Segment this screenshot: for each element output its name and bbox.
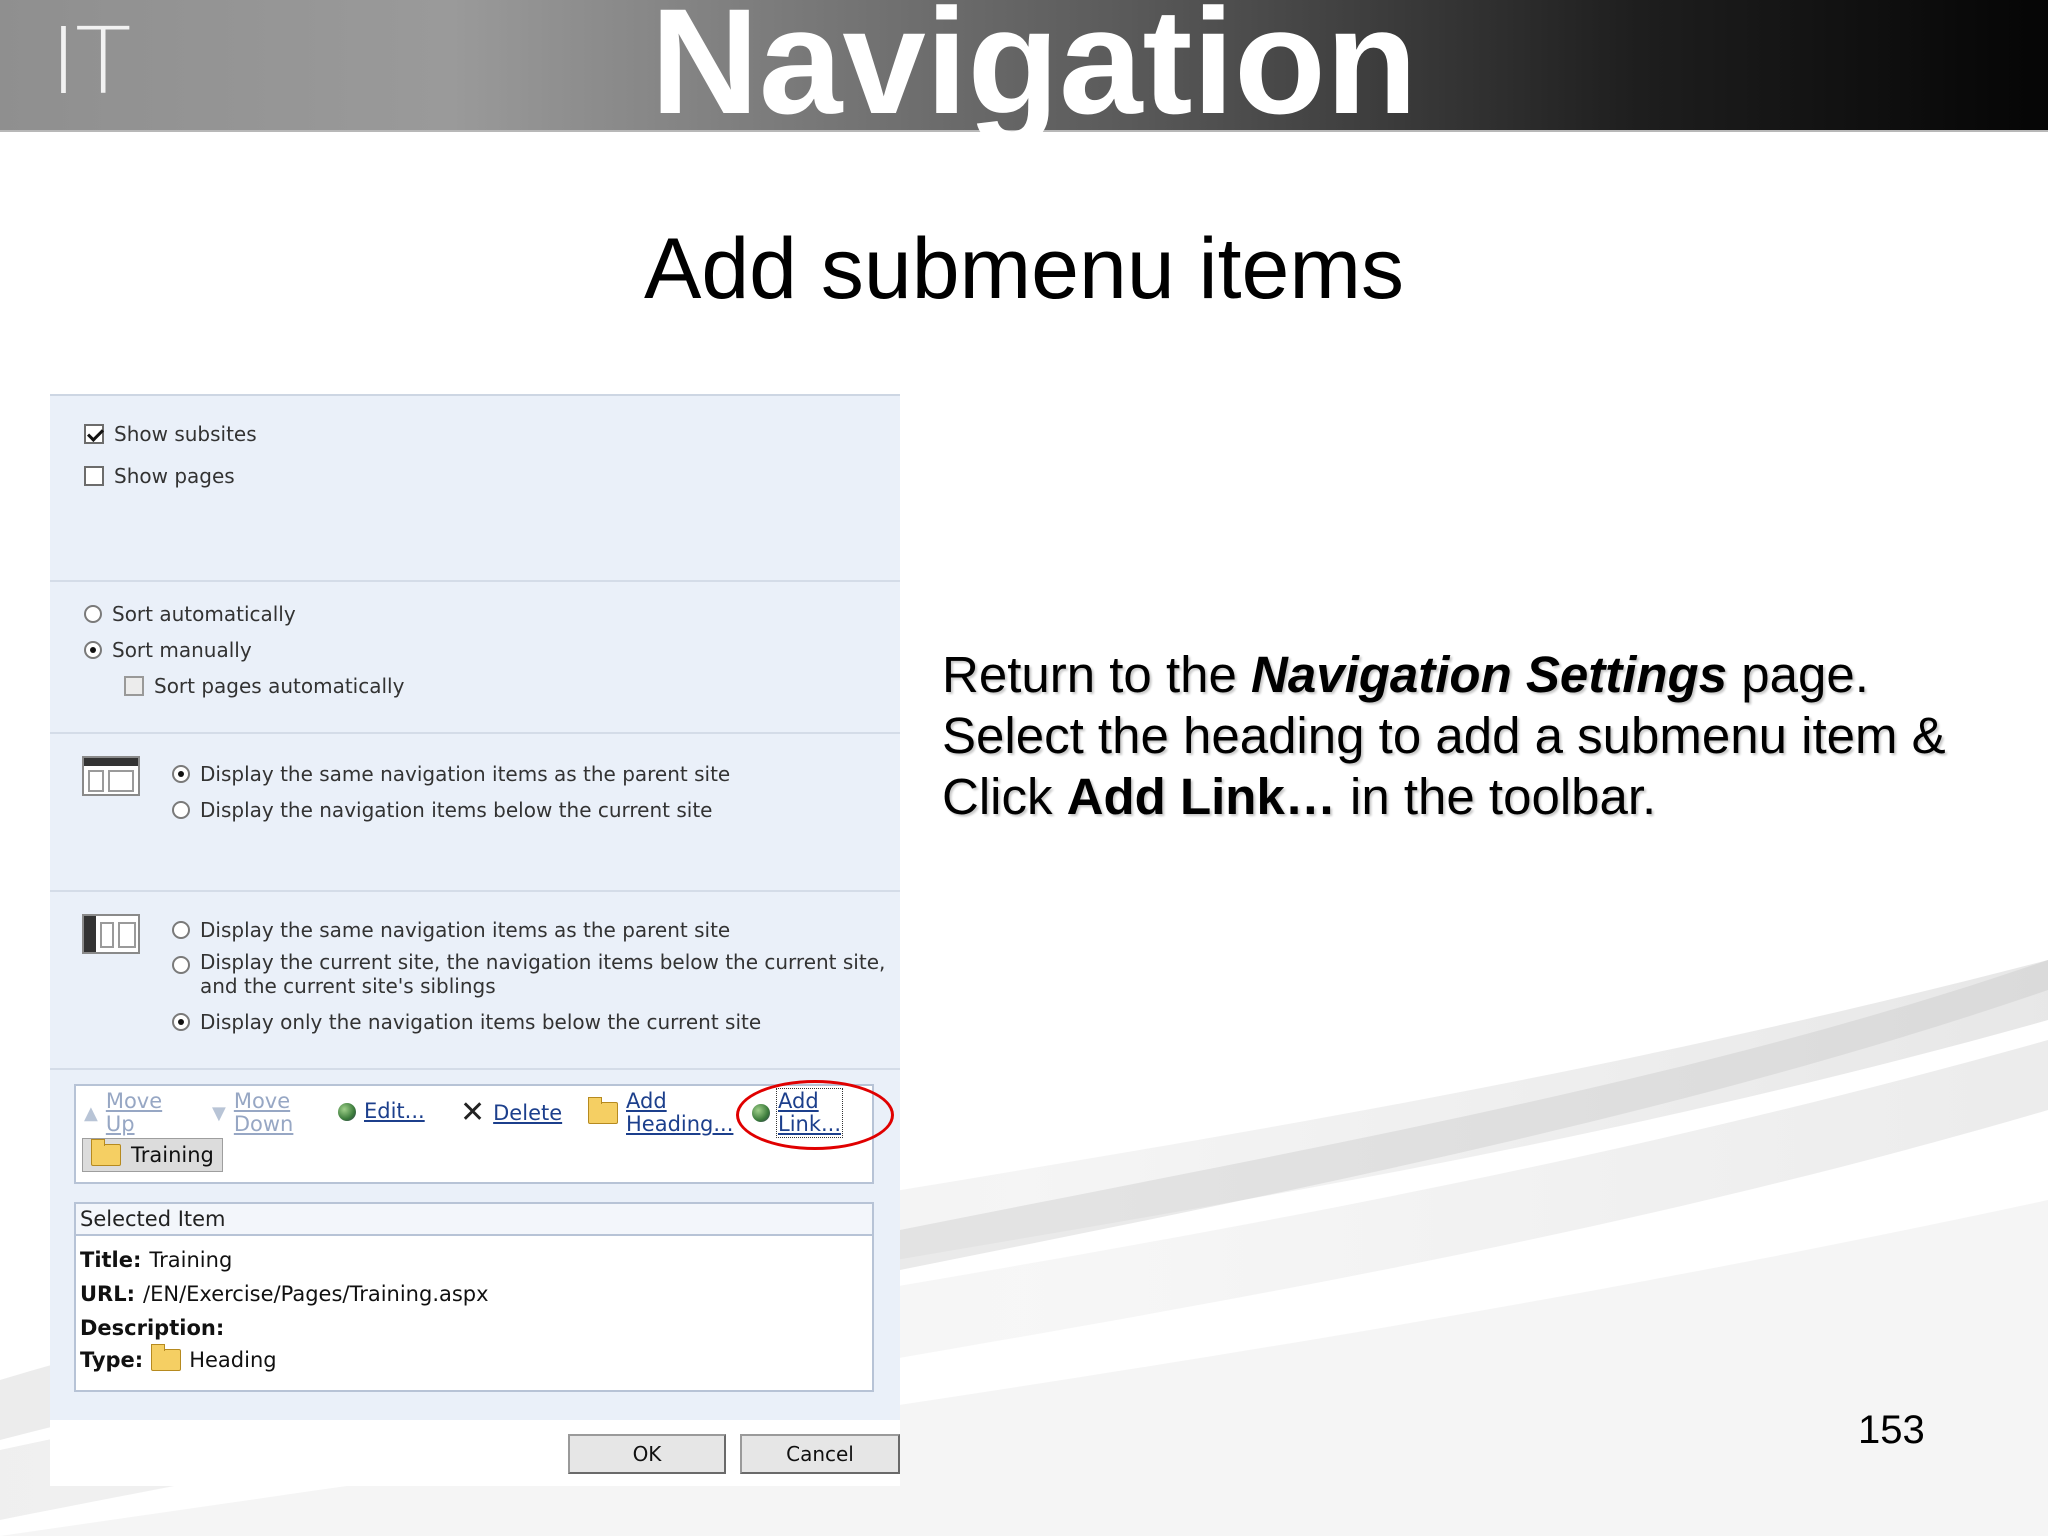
type-value: Heading bbox=[189, 1348, 277, 1372]
current-nav-below-only-option[interactable]: Display only the navigation items below … bbox=[172, 1010, 761, 1034]
selected-item-description: Description: bbox=[80, 1316, 232, 1340]
add-heading-button[interactable]: Add Heading... bbox=[588, 1090, 733, 1136]
instruction-line-1-post: page. bbox=[1727, 646, 1869, 703]
selected-item-title: Title: Training bbox=[80, 1248, 232, 1272]
instruction-line-3: Click Add Link… in the toolbar. bbox=[942, 766, 2022, 827]
selected-item-panel: Selected Item Title: Training URL: /EN/E… bbox=[74, 1202, 874, 1392]
instruction-line-1-pre: Return to the bbox=[942, 646, 1252, 703]
arrow-up-icon: ▲ bbox=[84, 1102, 98, 1124]
header-bar: IT Navigation bbox=[0, 0, 2048, 136]
navigation-settings-screenshot: Show subsites Show pages Sort automatica… bbox=[50, 394, 900, 1486]
move-up-label-1: Move bbox=[105, 1089, 163, 1113]
instruction-line-2: Select the heading to add a submenu item… bbox=[942, 707, 1946, 764]
sort-pages-automatically-checkbox[interactable] bbox=[124, 676, 144, 696]
current-navigation-section: Display the same navigation items as the… bbox=[50, 892, 900, 1070]
show-pages-label: Show pages bbox=[114, 464, 235, 488]
highlight-ring bbox=[736, 1080, 894, 1150]
current-nav-same-as-parent-label: Display the same navigation items as the… bbox=[200, 918, 731, 942]
tree-item-training[interactable]: Training bbox=[82, 1138, 223, 1172]
show-pages-checkbox[interactable] bbox=[84, 466, 104, 486]
global-nav-below-current-radio[interactable] bbox=[172, 801, 190, 819]
show-subsites-label: Show subsites bbox=[114, 422, 257, 446]
current-nav-siblings-option[interactable]: Display the current site, the navigation… bbox=[172, 950, 885, 998]
sort-pages-automatically-label: Sort pages automatically bbox=[154, 674, 405, 698]
header-title: Navigation bbox=[650, 0, 1418, 145]
current-navigation-icon bbox=[82, 914, 140, 954]
show-subsites-checkbox[interactable] bbox=[84, 424, 104, 444]
selected-item-url: URL: /EN/Exercise/Pages/Training.aspx bbox=[80, 1282, 489, 1306]
current-nav-siblings-label-line1: Display the current site, the navigation… bbox=[200, 950, 886, 974]
instruction-line-3-post: in the toolbar. bbox=[1335, 768, 1657, 825]
current-nav-below-only-label: Display only the navigation items below … bbox=[200, 1010, 762, 1034]
sort-automatically-label: Sort automatically bbox=[112, 602, 296, 626]
instruction-line-1-emphasis: Navigation Settings bbox=[1251, 646, 1728, 703]
global-nav-same-as-parent-option[interactable]: Display the same navigation items as the… bbox=[172, 762, 730, 786]
move-down-label-1: Move bbox=[233, 1089, 291, 1113]
title-label: Title: bbox=[80, 1248, 142, 1272]
description-label: Description: bbox=[80, 1316, 225, 1340]
page-number: 153 bbox=[1858, 1408, 1925, 1452]
subsites-section: Show subsites Show pages bbox=[50, 396, 900, 582]
url-label: URL: bbox=[80, 1282, 136, 1306]
sort-pages-automatically-option[interactable]: Sort pages automatically bbox=[124, 674, 404, 698]
instruction-line-3-emphasis: Add Link… bbox=[1066, 768, 1336, 825]
current-nav-siblings-label: Display the current site, the navigation… bbox=[200, 950, 885, 998]
title-value: Training bbox=[149, 1248, 233, 1272]
current-nav-siblings-label-line2: and the current site's siblings bbox=[200, 974, 496, 998]
globe-link-icon bbox=[338, 1102, 356, 1121]
move-down-label-2: Down bbox=[233, 1112, 294, 1136]
dialog-footer: OK Cancel bbox=[50, 1420, 900, 1486]
global-navigation-icon bbox=[82, 756, 140, 796]
folder-icon bbox=[91, 1139, 121, 1166]
current-nav-same-as-parent-radio[interactable] bbox=[172, 921, 190, 939]
add-heading-label-2: Heading... bbox=[626, 1112, 734, 1136]
url-value: /EN/Exercise/Pages/Training.aspx bbox=[143, 1282, 489, 1306]
selected-item-header: Selected Item bbox=[76, 1204, 872, 1236]
instruction-line-1: Return to the Navigation Settings page. bbox=[942, 644, 2022, 705]
sort-automatically-radio[interactable] bbox=[84, 605, 102, 623]
folder-icon bbox=[151, 1344, 182, 1371]
tree-item-label: Training bbox=[131, 1143, 214, 1167]
move-up-button[interactable]: ▲ Move Up bbox=[84, 1090, 162, 1136]
sort-manually-radio[interactable] bbox=[84, 641, 102, 659]
selected-item-type: Type: Heading bbox=[80, 1344, 277, 1372]
show-pages-option[interactable]: Show pages bbox=[84, 464, 235, 488]
arrow-down-icon: ▼ bbox=[212, 1102, 226, 1124]
sort-manually-option[interactable]: Sort manually bbox=[84, 638, 252, 662]
show-subsites-option[interactable]: Show subsites bbox=[84, 422, 257, 446]
global-nav-same-as-parent-label: Display the same navigation items as the… bbox=[200, 762, 731, 786]
delete-label: Delete bbox=[493, 1100, 563, 1125]
global-nav-same-as-parent-radio[interactable] bbox=[172, 765, 190, 783]
current-nav-same-as-parent-option[interactable]: Display the same navigation items as the… bbox=[172, 918, 730, 942]
sort-manually-label: Sort manually bbox=[112, 638, 252, 662]
current-nav-below-only-radio[interactable] bbox=[172, 1013, 190, 1031]
type-label: Type: bbox=[80, 1348, 144, 1372]
move-down-button[interactable]: ▼ Move Down bbox=[212, 1090, 293, 1136]
sort-automatically-option[interactable]: Sort automatically bbox=[84, 602, 296, 626]
edit-button[interactable]: Edit... bbox=[338, 1100, 425, 1123]
instruction-line-3-pre: Click bbox=[942, 768, 1067, 825]
cancel-button[interactable]: Cancel bbox=[740, 1434, 900, 1474]
move-up-label-2: Up bbox=[105, 1112, 135, 1136]
sorting-section: Sort automatically Sort manually Sort pa… bbox=[50, 582, 900, 734]
delete-x-icon: ✕ bbox=[460, 1095, 486, 1130]
folder-icon bbox=[588, 1097, 618, 1124]
add-heading-label-1: Add bbox=[626, 1089, 667, 1113]
instruction-text: Return to the Navigation Settings page. … bbox=[942, 644, 2022, 827]
slide-title: Add submenu items bbox=[643, 221, 1405, 317]
global-nav-below-current-label: Display the navigation items below the c… bbox=[200, 798, 713, 822]
global-nav-below-current-option[interactable]: Display the navigation items below the c… bbox=[172, 798, 712, 822]
delete-button[interactable]: ✕ Delete bbox=[460, 1098, 562, 1128]
ok-button[interactable]: OK bbox=[568, 1434, 726, 1474]
edit-label: Edit... bbox=[364, 1099, 425, 1123]
current-nav-siblings-radio[interactable] bbox=[172, 956, 190, 974]
global-navigation-section: Display the same navigation items as the… bbox=[50, 734, 900, 892]
